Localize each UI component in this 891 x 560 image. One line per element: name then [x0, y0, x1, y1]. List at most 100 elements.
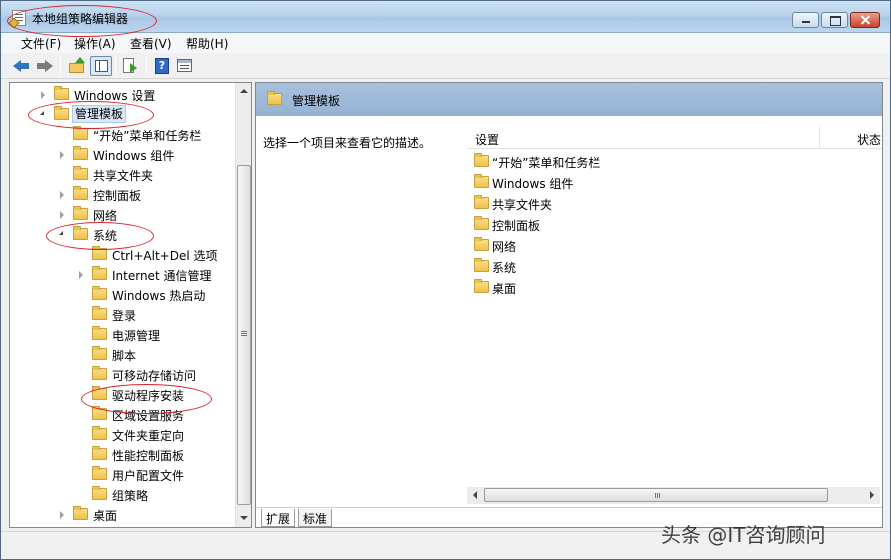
expand-icon[interactable] [60, 191, 64, 199]
column-divider[interactable] [819, 127, 820, 148]
tree-item-desktop[interactable]: 桌面 [10, 505, 235, 524]
list-item[interactable]: 网络 [472, 235, 802, 256]
tree-item-user-profiles[interactable]: 用户配置文件 [10, 465, 235, 484]
tree-item-performance-control[interactable]: 性能控制面板 [10, 445, 235, 464]
collapse-icon[interactable] [59, 231, 63, 235]
list-item-label: Windows 组件 [492, 177, 574, 191]
folder-icon [92, 446, 107, 460]
tree-item-start-menu[interactable]: “开始”菜单和任务栏 [10, 125, 235, 144]
tree-item-label: 文件夹重定向 [112, 429, 185, 443]
toolbar-separator [60, 58, 61, 74]
tree-item-control-panel[interactable]: 控制面板 [10, 185, 235, 204]
list-item[interactable]: 共享文件夹 [472, 193, 802, 214]
tree-item-locale-services[interactable]: 区域设置服务 [10, 405, 235, 424]
folder-icon [92, 486, 107, 500]
forward-arrow-icon[interactable] [37, 57, 55, 75]
expand-icon[interactable] [60, 511, 64, 519]
folder-icon [92, 386, 107, 400]
list-item[interactable]: Windows 组件 [472, 172, 802, 193]
tree-item-network[interactable]: 网络 [10, 205, 235, 224]
list-item-label: 桌面 [492, 282, 517, 296]
tree-item-windows-hotstart[interactable]: Windows 热启动 [10, 285, 235, 304]
list-item[interactable]: “开始”菜单和任务栏 [472, 151, 802, 172]
menu-view[interactable]: 查看(V) [130, 35, 172, 52]
column-header-setting[interactable]: 设置 [475, 131, 499, 148]
show-tree-icon[interactable] [90, 56, 112, 76]
scroll-thumb[interactable] [237, 165, 251, 505]
menu-help[interactable]: 帮助(H) [186, 35, 228, 52]
expand-icon[interactable] [60, 151, 64, 159]
tree-item-folder-redirection[interactable]: 文件夹重定向 [10, 425, 235, 444]
folder-icon [474, 195, 489, 209]
tree-item-system[interactable]: 系统 [10, 225, 235, 244]
folder-icon [92, 306, 107, 320]
expand-icon[interactable] [60, 211, 64, 219]
list-item-label: 控制面板 [492, 219, 541, 233]
tree-item-logon[interactable]: 登录 [10, 305, 235, 324]
tree-item-label: 脚本 [112, 349, 137, 363]
scroll-right-arrow-icon[interactable] [864, 487, 880, 504]
expand-icon[interactable] [41, 91, 45, 99]
tree-item-internet-communication[interactable]: Internet 通信管理 [10, 265, 235, 284]
back-arrow-icon[interactable] [13, 57, 31, 75]
tree-item-removable-storage[interactable]: 可移动存储访问 [10, 365, 235, 384]
maximize-button[interactable] [821, 12, 848, 28]
list-item-label: 网络 [492, 240, 517, 254]
scroll-left-arrow-icon[interactable] [467, 487, 483, 504]
up-folder-icon[interactable] [68, 57, 86, 75]
close-button[interactable] [850, 12, 880, 28]
window-title: 本地组策略编辑器 [32, 12, 129, 26]
description-text: 选择一个项目来查看它的描述。 [263, 136, 432, 150]
properties-icon[interactable] [176, 57, 194, 75]
tree-item-admin-templates[interactable]: 管理模板 [10, 105, 235, 124]
title-bar[interactable]: 本地组策略编辑器 [1, 1, 890, 33]
tree-item-label: Windows 设置 [74, 89, 156, 103]
tree-item-windows-components[interactable]: Windows 组件 [10, 145, 235, 164]
menu-file[interactable]: 文件(F) [21, 35, 61, 52]
tree-item-power-management[interactable]: 电源管理 [10, 325, 235, 344]
list-item[interactable]: 控制面板 [472, 214, 802, 235]
details-pane: 管理模板 选择一个项目来查看它的描述。 设置 状态 “开始”菜单和任务栏 Win… [255, 82, 883, 528]
list-item[interactable]: 桌面 [472, 277, 802, 298]
list-item-label: “开始”菜单和任务栏 [492, 156, 601, 170]
tree-item-label: 可移动存储访问 [112, 369, 197, 383]
folder-icon [92, 286, 107, 300]
tree-item-windows-settings[interactable]: Windows 设置 [10, 85, 235, 104]
tree-item-shared-folders[interactable]: 共享文件夹 [10, 165, 235, 184]
tree-item-label: 管理模板 [72, 105, 127, 123]
tab-extended[interactable]: 扩展 [261, 509, 296, 527]
folder-icon [92, 246, 107, 260]
folder-icon [92, 266, 107, 280]
tree-item-driver-installation[interactable]: 驱动程序安装 [10, 385, 235, 404]
tab-standard[interactable]: 标准 [298, 509, 333, 527]
toolbar-separator [115, 58, 116, 74]
tree-item-ctrl-alt-del[interactable]: Ctrl+Alt+Del 选项 [10, 245, 235, 264]
tree-item-label: 登录 [112, 309, 137, 323]
collapse-icon[interactable] [40, 111, 44, 115]
scroll-up-arrow-icon[interactable] [236, 83, 252, 100]
policy-tree[interactable]: Windows 设置 管理模板 “开始”菜单和任务栏 Windows 组件 共享… [9, 82, 252, 528]
scroll-down-arrow-icon[interactable] [236, 510, 252, 527]
menu-bar: 文件(F) 操作(A) 查看(V) 帮助(H) [1, 33, 890, 53]
group-policy-editor-window: 本地组策略编辑器 文件(F) 操作(A) 查看(V) 帮助(H) ? Windo… [0, 0, 891, 560]
tree-item-group-policy[interactable]: 组策略 [10, 485, 235, 504]
tree-item-label: 用户配置文件 [112, 469, 185, 483]
minimize-button[interactable] [792, 12, 819, 28]
tree-item-label: 电源管理 [112, 329, 161, 343]
help-icon[interactable]: ? [153, 57, 171, 75]
tree-vertical-scrollbar[interactable] [235, 83, 251, 527]
folder-icon [474, 153, 489, 167]
tree-item-label: 区域设置服务 [112, 409, 185, 423]
menu-action[interactable]: 操作(A) [74, 35, 116, 52]
settings-list[interactable]: 设置 状态 “开始”菜单和任务栏 Windows 组件 共享文件夹 控制面板 网… [467, 118, 882, 527]
column-header-status[interactable]: 状态 [857, 131, 881, 148]
tree-item-label: 组策略 [112, 489, 149, 503]
expand-icon[interactable] [79, 271, 83, 279]
list-item[interactable]: 系统 [472, 256, 802, 277]
export-list-icon[interactable] [121, 57, 139, 75]
tree-item-scripts[interactable]: 脚本 [10, 345, 235, 364]
folder-icon [92, 366, 107, 380]
scroll-thumb[interactable] [484, 488, 828, 502]
list-horizontal-scrollbar[interactable] [467, 487, 880, 504]
toolbar: ? [1, 53, 890, 79]
